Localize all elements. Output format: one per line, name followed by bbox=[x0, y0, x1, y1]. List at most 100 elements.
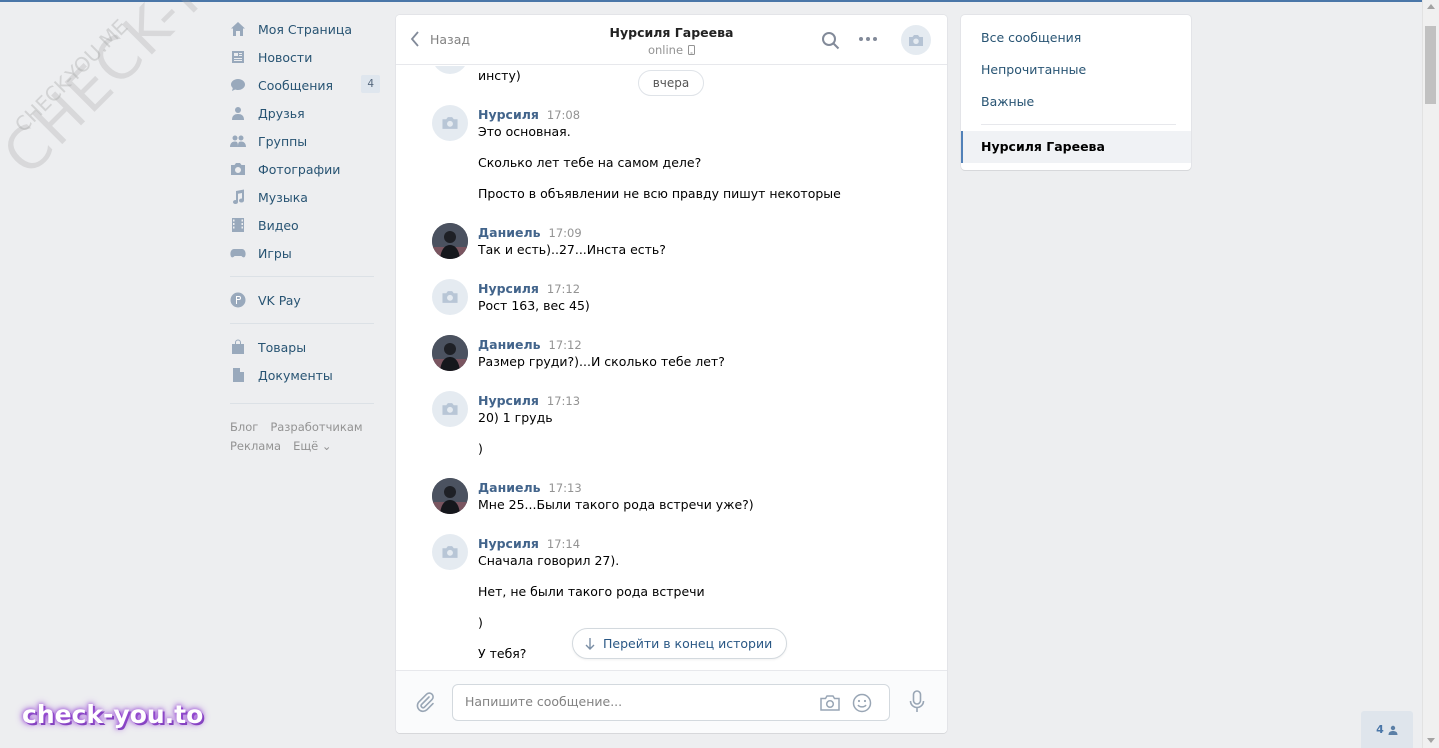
message-text: Размер груди?)...И сколько тебе лет? bbox=[478, 354, 725, 369]
peer-avatar[interactable] bbox=[901, 25, 931, 55]
message-meta: Нурсиля 17:12 bbox=[478, 281, 580, 296]
nav-item-label: Фотографии bbox=[258, 161, 341, 177]
message-time[interactable]: 17:09 bbox=[549, 226, 582, 240]
news-icon bbox=[230, 49, 246, 65]
user-photo-icon bbox=[432, 478, 468, 514]
messages-icon bbox=[230, 77, 246, 93]
music-icon bbox=[230, 189, 246, 205]
emoji-icon[interactable] bbox=[852, 693, 872, 713]
message-text: Сколько лет тебе на самом деле? bbox=[478, 155, 702, 170]
filter-all-messages[interactable]: Все сообщения bbox=[981, 30, 1081, 45]
nav-item-vkpay[interactable]: VK Pay bbox=[230, 286, 380, 314]
nav-item-photos[interactable]: Фотографии bbox=[230, 155, 380, 183]
message-text: 20) 1 грудь bbox=[478, 410, 553, 425]
footer-link-more[interactable]: Ещё ⌄ bbox=[293, 439, 331, 453]
nav-item-label: Друзья bbox=[258, 105, 305, 121]
scrollbar-thumb[interactable] bbox=[1425, 26, 1436, 104]
message-meta: Даниель 17:09 bbox=[478, 225, 582, 240]
footer-link-developers[interactable]: Разработчикам bbox=[270, 420, 362, 434]
chat-header: Назад Нурсиля Гареева online bbox=[396, 15, 947, 65]
page-scrollbar[interactable] bbox=[1422, 0, 1439, 748]
nav-item-market[interactable]: Товары bbox=[230, 333, 380, 361]
avatar bbox=[432, 66, 468, 74]
message-history[interactable]: инсту) вчера Нурсиля 17:08 Это основная. … bbox=[396, 66, 947, 670]
message-author[interactable]: Нурсиля bbox=[478, 536, 539, 551]
filter-unread[interactable]: Непрочитанные bbox=[981, 62, 1086, 77]
search-icon[interactable] bbox=[821, 31, 840, 50]
message-author[interactable]: Даниель bbox=[478, 225, 541, 240]
nav-item-my-page[interactable]: Моя Страница bbox=[230, 15, 380, 43]
message-text: Это основная. bbox=[478, 124, 571, 139]
message-time[interactable]: 17:12 bbox=[549, 338, 582, 352]
message-text: инсту) bbox=[478, 68, 521, 83]
camera-icon[interactable] bbox=[819, 694, 841, 712]
video-icon bbox=[230, 217, 246, 233]
nav-separator bbox=[230, 323, 374, 324]
message-author[interactable]: Нурсиля bbox=[478, 281, 539, 296]
avatar[interactable] bbox=[432, 223, 468, 259]
scroll-to-end-button[interactable]: Перейти в конец истории bbox=[572, 628, 788, 659]
filter-important[interactable]: Важные bbox=[981, 94, 1034, 109]
scroll-to-end-label: Перейти в конец истории bbox=[603, 636, 773, 651]
message-meta: Даниель 17:12 bbox=[478, 337, 582, 352]
nav-item-label: Моя Страница bbox=[258, 21, 352, 37]
nav-item-friends[interactable]: Друзья bbox=[230, 99, 380, 127]
groups-icon bbox=[230, 133, 246, 149]
message-meta: Нурсиля 17:13 bbox=[478, 393, 580, 408]
nav-item-label: Игры bbox=[258, 245, 292, 261]
message-time[interactable]: 17:13 bbox=[549, 481, 582, 495]
nav-item-label: Группы bbox=[258, 133, 308, 149]
message-time[interactable]: 17:08 bbox=[547, 108, 580, 122]
nav-item-video[interactable]: Видео bbox=[230, 211, 380, 239]
message-text: У тебя? bbox=[478, 646, 527, 661]
camera-icon bbox=[442, 117, 458, 129]
message-meta: Нурсиля 17:08 bbox=[478, 107, 580, 122]
message-text: Так и есть)..27...Инста есть? bbox=[478, 242, 666, 257]
photos-icon bbox=[230, 161, 246, 177]
nav-item-games[interactable]: Игры bbox=[230, 239, 380, 267]
nav-item-music[interactable]: Музыка bbox=[230, 183, 380, 211]
microphone-icon[interactable] bbox=[909, 690, 925, 714]
message-author[interactable]: Даниель bbox=[478, 337, 541, 352]
nav-item-label: Сообщения bbox=[258, 77, 334, 93]
avatar[interactable] bbox=[432, 534, 468, 570]
scroll-down-arrow[interactable] bbox=[1427, 738, 1435, 743]
nav-item-messages[interactable]: Сообщения 4 bbox=[230, 71, 380, 99]
message-text: Рост 163, вес 45) bbox=[478, 298, 590, 313]
avatar[interactable] bbox=[432, 105, 468, 141]
left-navigation: Моя Страница Новости Сообщения 4 Друзья … bbox=[230, 15, 380, 456]
user-icon bbox=[1388, 725, 1398, 735]
online-friends-chip[interactable]: 4 bbox=[1361, 711, 1413, 748]
message-text: Сначала говорил 27). bbox=[478, 553, 620, 568]
active-dialog-item[interactable]: Нурсиля Гареева bbox=[961, 131, 1191, 163]
paperclip-icon[interactable] bbox=[414, 691, 436, 713]
avatar[interactable] bbox=[432, 391, 468, 427]
scroll-up-arrow[interactable] bbox=[1427, 4, 1435, 9]
nav-item-news[interactable]: Новости bbox=[230, 43, 380, 71]
footer-link-blog[interactable]: Блог bbox=[230, 420, 258, 434]
nav-item-label: Товары bbox=[258, 339, 307, 355]
vkpay-icon bbox=[230, 292, 246, 308]
avatar[interactable] bbox=[432, 279, 468, 315]
message-input[interactable] bbox=[465, 694, 805, 709]
message-time[interactable]: 17:12 bbox=[547, 282, 580, 296]
message-text: Просто в объявлении не всю правду пишут … bbox=[478, 186, 841, 201]
online-count: 4 bbox=[1376, 723, 1384, 736]
avatar[interactable] bbox=[432, 335, 468, 371]
more-actions-icon[interactable] bbox=[859, 37, 880, 41]
message-time[interactable]: 17:14 bbox=[547, 537, 580, 551]
message-author[interactable]: Нурсиля bbox=[478, 393, 539, 408]
message-text: Нет, не были такого рода встречи bbox=[478, 584, 705, 599]
home-icon bbox=[230, 21, 246, 37]
peer-status: online bbox=[648, 43, 696, 57]
footer-link-ads[interactable]: Реклама bbox=[230, 439, 281, 453]
camera-icon bbox=[442, 291, 458, 303]
message-author[interactable]: Нурсиля bbox=[478, 107, 539, 122]
message-text: ) bbox=[478, 441, 483, 456]
camera-icon bbox=[442, 403, 458, 415]
avatar[interactable] bbox=[432, 478, 468, 514]
nav-item-docs[interactable]: Документы bbox=[230, 361, 380, 389]
message-author[interactable]: Даниель bbox=[478, 480, 541, 495]
nav-item-groups[interactable]: Группы bbox=[230, 127, 380, 155]
message-time[interactable]: 17:13 bbox=[547, 394, 580, 408]
